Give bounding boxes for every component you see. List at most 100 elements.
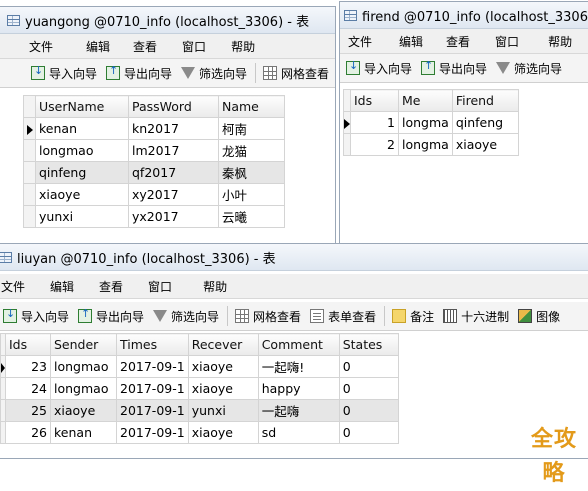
cell[interactable]: 2017-09-1 [116, 377, 189, 400]
filter-wizard-button[interactable]: 筛选向导 [492, 57, 567, 79]
cell[interactable]: longmao [50, 355, 117, 378]
export-wizard-button[interactable]: 导出向导 [417, 57, 492, 79]
cell[interactable]: 2017-09-1 [116, 421, 189, 444]
table-row[interactable]: qinfeng qf2017 秦枫 [23, 161, 285, 184]
grid-view-button[interactable]: 网格查看 [259, 62, 334, 84]
table-row[interactable]: 1 longma qinfeng [343, 111, 519, 134]
cell[interactable]: 1 [350, 111, 399, 134]
table-row[interactable]: 2 longma xiaoye [343, 133, 519, 156]
menu-file[interactable]: 文件 [340, 33, 385, 50]
table-row[interactable]: xiaoye xy2017 小叶 [23, 183, 285, 206]
menu-help[interactable]: 帮助 [219, 38, 268, 55]
cell[interactable]: 龙猫 [218, 139, 285, 162]
column-header[interactable]: PassWord [128, 95, 219, 118]
column-header[interactable]: Times [116, 333, 189, 356]
cell[interactable]: longmao [35, 139, 129, 162]
table-row[interactable]: 23 longmao 2017-09-1 xiaoye 一起嗨! 0 [0, 355, 399, 378]
form-view-button[interactable]: 表单查看 [306, 305, 381, 327]
filter-wizard-button[interactable]: 筛选向导 [177, 62, 252, 84]
cell[interactable]: 25 [5, 399, 51, 422]
column-header[interactable]: Firend [451, 89, 519, 112]
cell[interactable]: 秦枫 [218, 161, 285, 184]
menu-window[interactable]: 窗口 [136, 278, 185, 295]
cell[interactable]: 2017-09-1 [116, 399, 189, 422]
table-row[interactable]: 26 kenan 2017-09-1 xiaoye sd 0 [0, 421, 399, 444]
cell[interactable]: happy [257, 377, 340, 400]
menu-edit[interactable]: 编辑 [38, 278, 87, 295]
cell[interactable]: xiaoye [451, 133, 519, 156]
cell[interactable]: xiaoye [187, 421, 259, 444]
hex-button[interactable]: 十六进制 [439, 305, 514, 327]
column-header[interactable]: Me [398, 89, 453, 112]
table-row[interactable]: longmao lm2017 龙猫 [23, 139, 285, 162]
title-bar[interactable]: firend @0710_info (localhost_3306) - 表 [340, 2, 588, 29]
menu-view[interactable]: 查看 [87, 278, 136, 295]
cell[interactable]: 一起嗨 [257, 399, 340, 422]
cell[interactable]: 2 [350, 133, 399, 156]
cell[interactable]: longmao [50, 377, 117, 400]
menu-edit[interactable]: 编辑 [385, 33, 436, 50]
cell[interactable]: lm2017 [128, 139, 219, 162]
cell[interactable]: 24 [5, 377, 51, 400]
cell[interactable]: yunxi [35, 205, 129, 228]
note-button[interactable]: 备注 [388, 305, 439, 327]
cell[interactable]: kn2017 [128, 117, 219, 140]
menu-help[interactable]: 帮助 [185, 278, 240, 295]
menu-edit[interactable]: 编辑 [66, 38, 123, 55]
cell[interactable]: xiaoye [50, 399, 117, 422]
cell[interactable]: qf2017 [128, 161, 219, 184]
menu-help[interactable]: 帮助 [532, 33, 585, 50]
cell[interactable]: kenan [35, 117, 129, 140]
title-bar[interactable]: yuangong @0710_info (localhost_3306) - 表 [0, 7, 335, 34]
cell[interactable]: sd [257, 421, 340, 444]
column-header[interactable]: Name [218, 95, 285, 118]
column-header[interactable]: Ids [5, 333, 51, 356]
import-wizard-button[interactable]: 导入向导 [27, 62, 102, 84]
export-wizard-button[interactable]: 导出向导 [74, 305, 149, 327]
menu-file[interactable]: 文件 [0, 38, 66, 55]
cell[interactable]: kenan [50, 421, 117, 444]
menu-view[interactable]: 查看 [123, 38, 170, 55]
cell[interactable]: 0 [338, 377, 399, 400]
column-header[interactable]: Recever [187, 333, 259, 356]
column-header[interactable]: Ids [350, 89, 399, 112]
cell[interactable]: 26 [5, 421, 51, 444]
import-wizard-button[interactable]: 导入向导 [342, 57, 417, 79]
menu-window[interactable]: 窗口 [483, 33, 532, 50]
cell[interactable]: xiaoye [187, 377, 259, 400]
cell[interactable]: qinfeng [35, 161, 129, 184]
grid-view-button[interactable]: 网格查看 [231, 305, 306, 327]
column-header[interactable]: UserName [35, 95, 129, 118]
column-header[interactable]: Comment [257, 333, 340, 356]
cell[interactable]: xiaoye [35, 183, 129, 206]
image-button[interactable]: 图像 [514, 305, 565, 327]
cell[interactable]: xiaoye [187, 355, 259, 378]
cell[interactable]: qinfeng [451, 111, 519, 134]
table-row[interactable]: 25 xiaoye 2017-09-1 yunxi 一起嗨 0 [0, 399, 399, 422]
filter-wizard-button[interactable]: 筛选向导 [149, 305, 224, 327]
cell[interactable]: 0 [338, 355, 399, 378]
cell[interactable]: 柯南 [218, 117, 285, 140]
cell[interactable]: longma [398, 111, 453, 134]
column-header[interactable]: States [338, 333, 399, 356]
column-header[interactable]: Sender [50, 333, 117, 356]
cell[interactable]: 云曦 [218, 205, 285, 228]
cell[interactable]: 2017-09-1 [116, 355, 189, 378]
cell[interactable]: xy2017 [128, 183, 219, 206]
cell[interactable]: 0 [338, 421, 399, 444]
menu-file[interactable]: 文件 [0, 278, 38, 295]
cell[interactable]: longma [398, 133, 453, 156]
cell[interactable]: yx2017 [128, 205, 219, 228]
export-wizard-button[interactable]: 导出向导 [102, 62, 177, 84]
title-bar[interactable]: liuyan @0710_info (localhost_3306) - 表 [0, 244, 588, 271]
table-row[interactable]: 24 longmao 2017-09-1 xiaoye happy 0 [0, 377, 399, 400]
cell[interactable]: yunxi [187, 399, 259, 422]
menu-view[interactable]: 查看 [436, 33, 483, 50]
menu-window[interactable]: 窗口 [170, 38, 219, 55]
cell[interactable]: 小叶 [218, 183, 285, 206]
cell[interactable]: 0 [338, 399, 399, 422]
import-wizard-button[interactable]: 导入向导 [0, 305, 74, 327]
cell[interactable]: 一起嗨! [257, 355, 340, 378]
cell[interactable]: 23 [5, 355, 51, 378]
table-row[interactable]: yunxi yx2017 云曦 [23, 205, 285, 228]
